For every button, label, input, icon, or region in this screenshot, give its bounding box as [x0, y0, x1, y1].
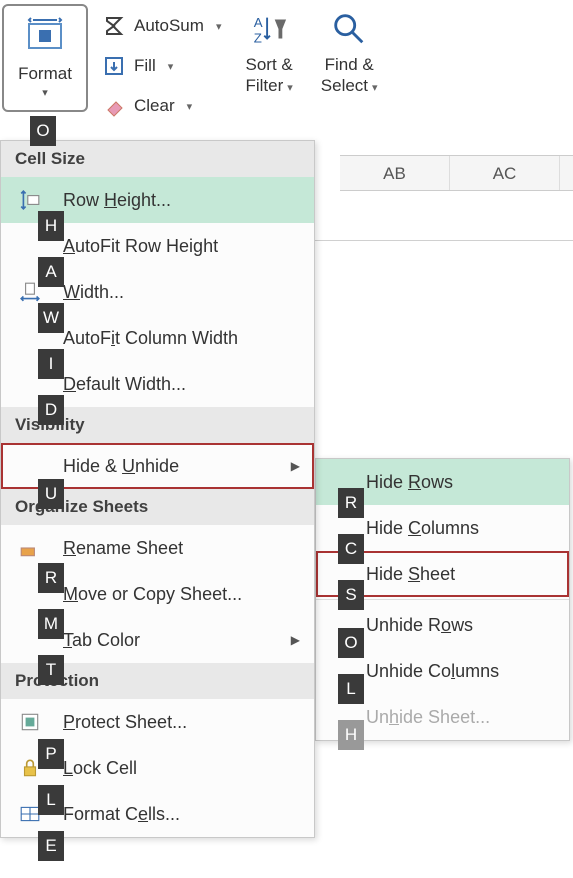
- menu-item-label: AutoFit Row Height: [63, 236, 314, 257]
- svg-text:Z: Z: [254, 30, 262, 45]
- chevron-down-icon: ▾: [287, 82, 293, 94]
- find-select-label: Find & Select▾: [321, 54, 378, 97]
- row-height-icon: [19, 189, 41, 211]
- menu-item-label: Hide Rows: [366, 472, 453, 493]
- submenu-arrow-icon: ▶: [291, 459, 300, 473]
- autosum-label: AutoSum: [134, 16, 204, 36]
- menu-item-label: Tab Color: [63, 630, 314, 651]
- column-headers: AB AC: [340, 155, 573, 191]
- svg-text:A: A: [254, 15, 263, 30]
- magnifier-icon: [330, 8, 368, 50]
- sigma-icon: [102, 14, 126, 38]
- keytip: H: [338, 720, 364, 750]
- chevron-down-icon: ▾: [187, 100, 193, 113]
- eraser-icon: [102, 94, 126, 118]
- section-cell-size: Cell Size: [1, 141, 314, 177]
- keytip: O: [30, 116, 56, 146]
- menu-item-label: Row Height...: [63, 190, 314, 211]
- menu-item-label: Unhide Rows: [366, 615, 473, 636]
- menu-item-label: Lock Cell: [63, 758, 314, 779]
- clear-label: Clear: [134, 96, 175, 116]
- column-header[interactable]: AB: [340, 156, 450, 190]
- menu-item-label: Rename Sheet: [63, 538, 314, 559]
- keytip: I: [38, 349, 64, 379]
- menu-item-label: Unhide Columns: [366, 661, 499, 682]
- menu-item-label: Hide & Unhide: [63, 456, 314, 477]
- keytip: R: [38, 563, 64, 593]
- chevron-down-icon: ▾: [42, 86, 48, 99]
- menu-item-label: Hide Columns: [366, 518, 479, 539]
- menu-item-label: Unhide Sheet...: [366, 707, 490, 728]
- format-label: Format: [18, 64, 72, 84]
- keytip: L: [338, 674, 364, 704]
- fill-label: Fill: [134, 56, 156, 76]
- ribbon: Format ▾ AutoSum ▾ Fill ▾ Clear ▾ AZ Sor…: [0, 0, 573, 140]
- menu-item-label: Hide Sheet: [366, 564, 455, 585]
- find-select-button[interactable]: Find & Select▾: [307, 4, 392, 97]
- format-icon: [23, 14, 67, 58]
- chevron-down-icon: ▾: [168, 60, 174, 73]
- sort-filter-button[interactable]: AZ Sort & Filter▾: [231, 4, 306, 97]
- keytip: T: [38, 655, 64, 685]
- sheet-tab-icon: [19, 537, 41, 559]
- sort-filter-icon: AZ: [250, 8, 288, 50]
- submenu-arrow-icon: ▶: [291, 633, 300, 647]
- fill-button[interactable]: Fill ▾: [102, 50, 221, 82]
- autosum-button[interactable]: AutoSum ▾: [102, 10, 221, 42]
- keytip: D: [38, 395, 64, 425]
- menu-item-label: AutoFit Column Width: [63, 328, 314, 349]
- keytip: A: [38, 257, 64, 287]
- keytip: W: [38, 303, 64, 333]
- chevron-down-icon: ▾: [372, 82, 378, 94]
- menu-item-label: Protect Sheet...: [63, 712, 314, 733]
- fill-down-icon: [102, 54, 126, 78]
- keytip: M: [38, 609, 64, 639]
- keytip: C: [338, 534, 364, 564]
- sort-filter-label: Sort & Filter▾: [245, 54, 292, 97]
- keytip: P: [38, 739, 64, 769]
- clear-button[interactable]: Clear ▾: [102, 90, 221, 122]
- menu-item-label: Width...: [63, 282, 314, 303]
- ribbon-editing-group: AutoSum ▾ Fill ▾ Clear ▾: [88, 4, 231, 122]
- keytip: R: [338, 488, 364, 518]
- menu-item-label: Default Width...: [63, 374, 314, 395]
- chevron-down-icon: ▾: [216, 20, 222, 33]
- keytip: E: [38, 831, 64, 861]
- column-header[interactable]: AC: [450, 156, 560, 190]
- keytip: S: [338, 580, 364, 610]
- menu-item-label: Move or Copy Sheet...: [63, 584, 314, 605]
- menu-item-label: Format Cells...: [63, 804, 314, 825]
- keytip: H: [38, 211, 64, 241]
- format-button[interactable]: Format ▾: [2, 4, 88, 112]
- keytip: L: [38, 785, 64, 815]
- protect-icon: [19, 711, 41, 733]
- keytip: U: [38, 479, 64, 509]
- keytip: O: [338, 628, 364, 658]
